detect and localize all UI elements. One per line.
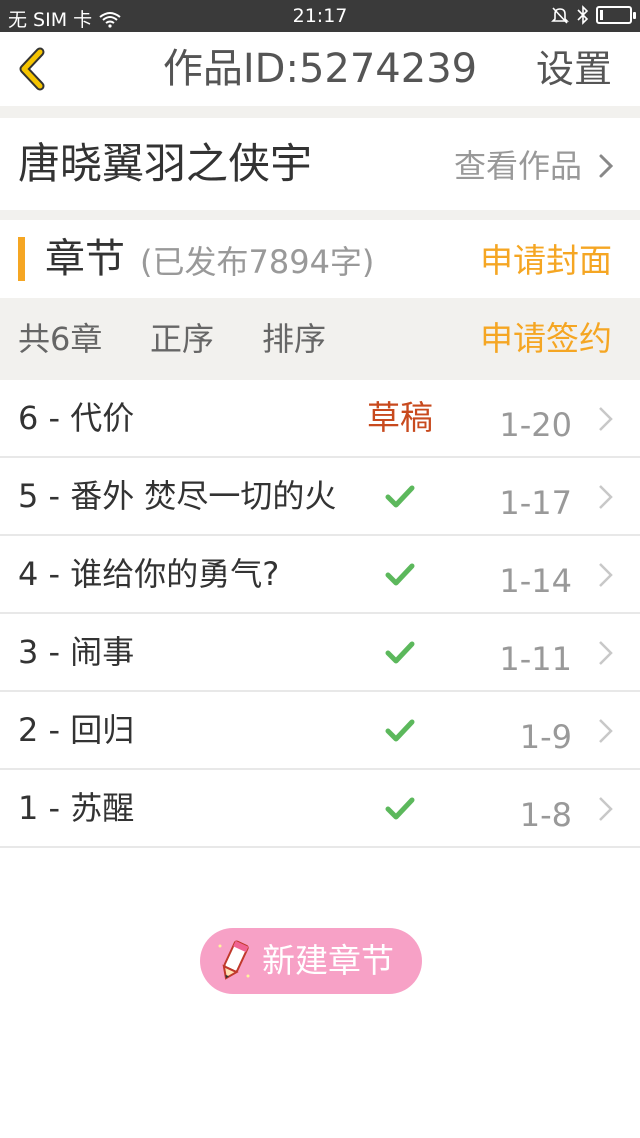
chevron-right-icon (599, 154, 614, 178)
chapter-title: 6 - 代价 (18, 399, 135, 437)
apply-cover-button[interactable]: 申请封面 (480, 240, 612, 282)
divider (0, 106, 640, 118)
chapter-row[interactable]: 2 - 回归 1-9 (0, 692, 640, 770)
battery-icon (596, 6, 636, 24)
chevron-right-icon (599, 641, 613, 665)
status-icons (550, 5, 636, 25)
chapter-row[interactable]: 3 - 闹事 1-11 (0, 614, 640, 692)
draft-badge: 草稿 (367, 398, 433, 437)
chapter-title: 5 - 番外 焚尽一切的火 (18, 477, 337, 515)
published-count: (已发布7894字) (140, 243, 375, 281)
chevron-right-icon (599, 407, 613, 431)
bell-off-icon (551, 7, 569, 24)
view-work-link[interactable]: 查看作品 (454, 146, 614, 186)
chapter-title: 3 - 闹事 (18, 633, 135, 671)
apply-sign-button[interactable]: 申请签约 (480, 318, 612, 360)
clock: 21:17 (292, 5, 348, 27)
check-icon (385, 797, 415, 820)
view-work-label: 查看作品 (453, 147, 582, 185)
section-marker (18, 237, 25, 281)
chapter-title: 1 - 苏醒 (18, 789, 135, 827)
chapters-label: 章节 (45, 236, 125, 282)
work-row[interactable]: 唐晓翼羽之侠宇 查看作品 (0, 118, 640, 210)
header: 作品ID:5274239 设置 (0, 32, 640, 106)
check-icon (385, 485, 415, 508)
chapter-date: 1-17 (499, 484, 572, 522)
chapter-row[interactable]: 4 - 谁给你的勇气? 1-14 (0, 536, 640, 614)
order-asc-button[interactable]: 正序 (150, 318, 214, 360)
chevron-right-icon (599, 485, 613, 509)
chapter-date: 1-11 (499, 640, 572, 678)
chapter-toolbar: 共6章 正序 排序 申请签约 (0, 298, 640, 380)
chapter-date: 1-14 (499, 562, 572, 600)
chapters-header: 章节 (已发布7894字) 申请封面 (0, 220, 640, 298)
pencil-icon (218, 940, 250, 980)
chevron-right-icon (599, 797, 613, 821)
bluetooth-icon (577, 5, 589, 25)
check-icon (385, 719, 415, 742)
chapter-date: 1-20 (499, 406, 572, 444)
chapter-list: 6 - 代价 草稿 1-20 5 - 番外 焚尽一切的火 1-17 4 - 谁给… (0, 380, 640, 848)
chevron-right-icon (599, 563, 613, 587)
work-name: 唐晓翼羽之侠宇 (18, 139, 313, 188)
check-icon (385, 563, 415, 586)
chapter-date: 1-9 (519, 718, 572, 756)
chevron-right-icon (599, 719, 613, 743)
check-icon (385, 641, 415, 664)
chapter-row[interactable]: 6 - 代价 草稿 1-20 (0, 380, 640, 458)
chapter-date: 1-8 (519, 796, 572, 834)
divider (0, 210, 640, 220)
chapter-title: 2 - 回归 (18, 711, 135, 749)
new-chapter-label: 新建章节 (262, 941, 394, 980)
sort-button[interactable]: 排序 (262, 318, 326, 360)
chapter-row[interactable]: 1 - 苏醒 1-8 (0, 770, 640, 848)
chapter-row[interactable]: 5 - 番外 焚尽一切的火 1-17 (0, 458, 640, 536)
chapter-title: 4 - 谁给你的勇气? (18, 555, 280, 593)
battery-level (600, 10, 603, 20)
new-chapter-button[interactable]: 新建章节 (200, 928, 422, 994)
status-bar: 无 SIM 卡 21:17 (0, 0, 640, 32)
settings-button[interactable]: 设置 (536, 44, 612, 94)
chapter-total: 共6章 (18, 320, 103, 358)
